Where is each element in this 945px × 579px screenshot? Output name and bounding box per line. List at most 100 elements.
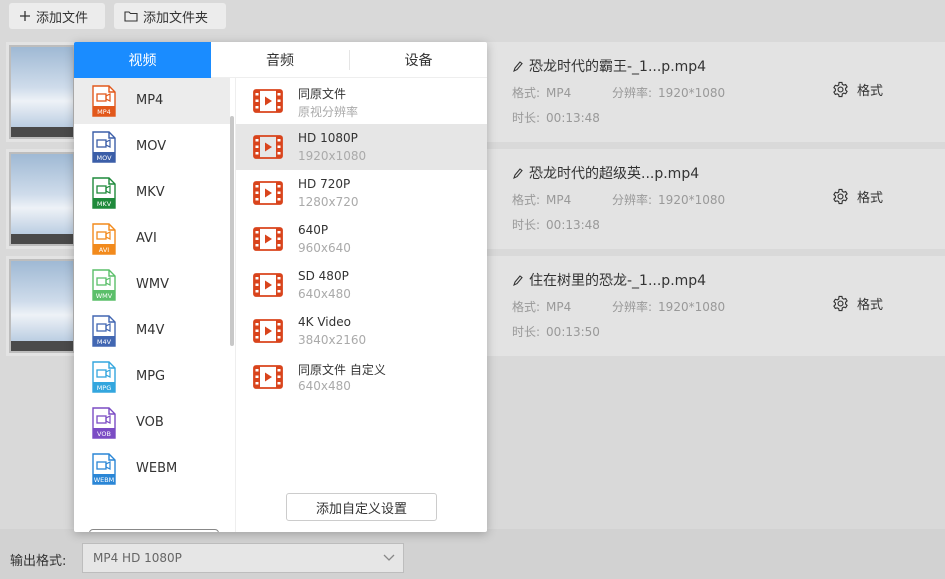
folder-icon [124, 11, 138, 22]
file-name: 恐龙时代的超级英...p.mp4 [512, 163, 699, 183]
toolbar: 添加文件 添加文件夹 [0, 0, 945, 34]
video-film-icon [253, 89, 283, 113]
gear-icon [833, 81, 848, 98]
resolution-item[interactable]: 同原文件 原视分辨率 [236, 78, 487, 124]
format-name: AVI [136, 231, 157, 246]
file-icon-label: MP4 [97, 108, 111, 116]
tab-audio[interactable]: 音频 [211, 42, 349, 78]
format-meta: 格式: MP4 [512, 193, 572, 207]
format-item-mpg[interactable]: MPG MPG [74, 354, 230, 400]
resolution-item[interactable]: HD 720P 1280x720 [236, 170, 487, 216]
gear-icon [833, 295, 848, 312]
format-name: MPG [136, 369, 166, 384]
resolution-item[interactable]: 同原文件 自定义 640x480 [236, 354, 487, 400]
file-icon-label: M4V [97, 338, 112, 346]
video-film-icon [253, 135, 283, 159]
format-item-mkv[interactable]: MKV MKV [74, 170, 230, 216]
resolution-title: SD 480P [298, 269, 349, 283]
file-name-text: 住在树里的恐龙-_1...p.mp4 [529, 273, 707, 289]
format-item-mp4[interactable]: MP4 MP4 [74, 78, 230, 124]
format-meta: 格式: MP4 [512, 300, 572, 314]
file-name: 恐龙时代的霸王-_1...p.mp4 [512, 56, 706, 76]
format-tabs: 视频 音频 设备 [74, 42, 487, 78]
resolution-size: 1920x1080 [298, 149, 367, 163]
file-icon-label: AVI [99, 246, 109, 254]
format-item-m4v[interactable]: M4V M4V [74, 308, 230, 354]
format-settings-button[interactable]: 格式 [832, 80, 883, 99]
add-folder-button[interactable]: 添加文件夹 [114, 3, 226, 29]
resolution-item[interactable]: SD 480P 640x480 [236, 262, 487, 308]
format-dropdown-panel: 视频 音频 设备 MP4 MP4 MOV MOV MKV MKV AVI AVI WMV WMV M… [74, 42, 487, 532]
tab-video[interactable]: 视频 [74, 42, 211, 78]
video-thumbnail [9, 45, 75, 139]
video-film-icon [253, 181, 283, 205]
output-format-label: 输出格式: [10, 554, 67, 569]
format-name: MOV [136, 139, 167, 154]
resolution-title: HD 1080P [298, 131, 358, 145]
bottom-bar: 输出格式: MP4 HD 1080P [0, 529, 945, 579]
resolution-meta: 分辨率: 1920*1080 [612, 300, 726, 314]
resolution-title: HD 720P [298, 177, 351, 191]
video-film-icon [253, 365, 283, 389]
duration-meta: 时长: 00:13:48 [512, 111, 600, 125]
add-file-button[interactable]: 添加文件 [9, 3, 105, 29]
pencil-icon[interactable] [512, 274, 523, 287]
resolution-title: 4K Video [298, 315, 351, 329]
duration-meta: 时长: 00:13:50 [512, 325, 600, 339]
format-settings-button[interactable]: 格式 [832, 187, 883, 206]
mpg-file-icon: MPG [92, 361, 116, 393]
output-format-value: MP4 HD 1080P [93, 551, 182, 565]
format-name: VOB [136, 415, 164, 430]
format-search-box[interactable] [89, 529, 219, 532]
format-item-mov[interactable]: MOV MOV [74, 124, 230, 170]
file-icon-label: VOB [97, 430, 111, 438]
file-icon-label: MPG [97, 384, 112, 392]
resolution-meta: 分辨率: 1920*1080 [612, 193, 726, 207]
file-icon-label: MKV [97, 200, 112, 208]
mkv-file-icon: MKV [92, 177, 116, 209]
format-name: MKV [136, 185, 165, 200]
format-name: WMV [136, 277, 169, 292]
plus-icon [20, 11, 30, 21]
format-item-webm[interactable]: WEBM WEBM [74, 446, 230, 492]
avi-file-icon: AVI [92, 223, 116, 255]
chevron-down-icon [383, 554, 395, 561]
resolution-size: 1280x720 [298, 195, 359, 209]
video-thumbnail [9, 259, 75, 353]
vob-file-icon: VOB [92, 407, 116, 439]
resolution-size: 960x640 [298, 241, 351, 255]
format-item-avi[interactable]: AVI AVI [74, 216, 230, 262]
file-icon-label: WEBM [94, 476, 115, 484]
output-format-select[interactable]: MP4 HD 1080P [82, 543, 404, 573]
resolution-item[interactable]: HD 1080P 1920x1080 [236, 124, 487, 170]
file-icon-label: WMV [96, 292, 113, 300]
format-list-scrollbar[interactable] [230, 116, 234, 346]
resolution-size: 原视分辨率 [298, 105, 359, 119]
resolution-item[interactable]: 640P 960x640 [236, 216, 487, 262]
add-custom-settings-button[interactable]: 添加自定义设置 [286, 493, 437, 521]
format-name: M4V [136, 323, 165, 338]
resolution-title: 同原文件 [298, 87, 347, 101]
pencil-icon[interactable] [512, 60, 523, 73]
format-meta: 格式: MP4 [512, 86, 572, 100]
format-item-wmv[interactable]: WMV WMV [74, 262, 230, 308]
resolution-size: 3840x2160 [298, 333, 367, 347]
add-file-label: 添加文件 [36, 10, 89, 26]
video-film-icon [253, 273, 283, 297]
resolution-title: 同原文件 自定义 [298, 363, 386, 377]
gear-icon [833, 188, 848, 205]
file-name-text: 恐龙时代的超级英...p.mp4 [529, 166, 700, 182]
add-folder-label: 添加文件夹 [143, 10, 209, 26]
format-settings-button[interactable]: 格式 [832, 294, 883, 313]
tab-device[interactable]: 设备 [350, 42, 487, 78]
file-name-text: 恐龙时代的霸王-_1...p.mp4 [529, 59, 707, 75]
resolution-list: 同原文件原视分辨率 HD 1080P 1920x1080 HD 720P 1280x72… [236, 78, 487, 532]
pencil-icon[interactable] [512, 167, 523, 180]
resolution-item[interactable]: 4K Video 3840x2160 [236, 308, 487, 354]
file-name: 住在树里的恐龙-_1...p.mp4 [512, 270, 706, 290]
resolution-title: 640P [298, 223, 329, 237]
wmv-file-icon: WMV [92, 269, 116, 301]
file-icon-label: MOV [96, 154, 112, 162]
video-film-icon [253, 227, 283, 251]
format-item-vob[interactable]: VOB VOB [74, 400, 230, 446]
